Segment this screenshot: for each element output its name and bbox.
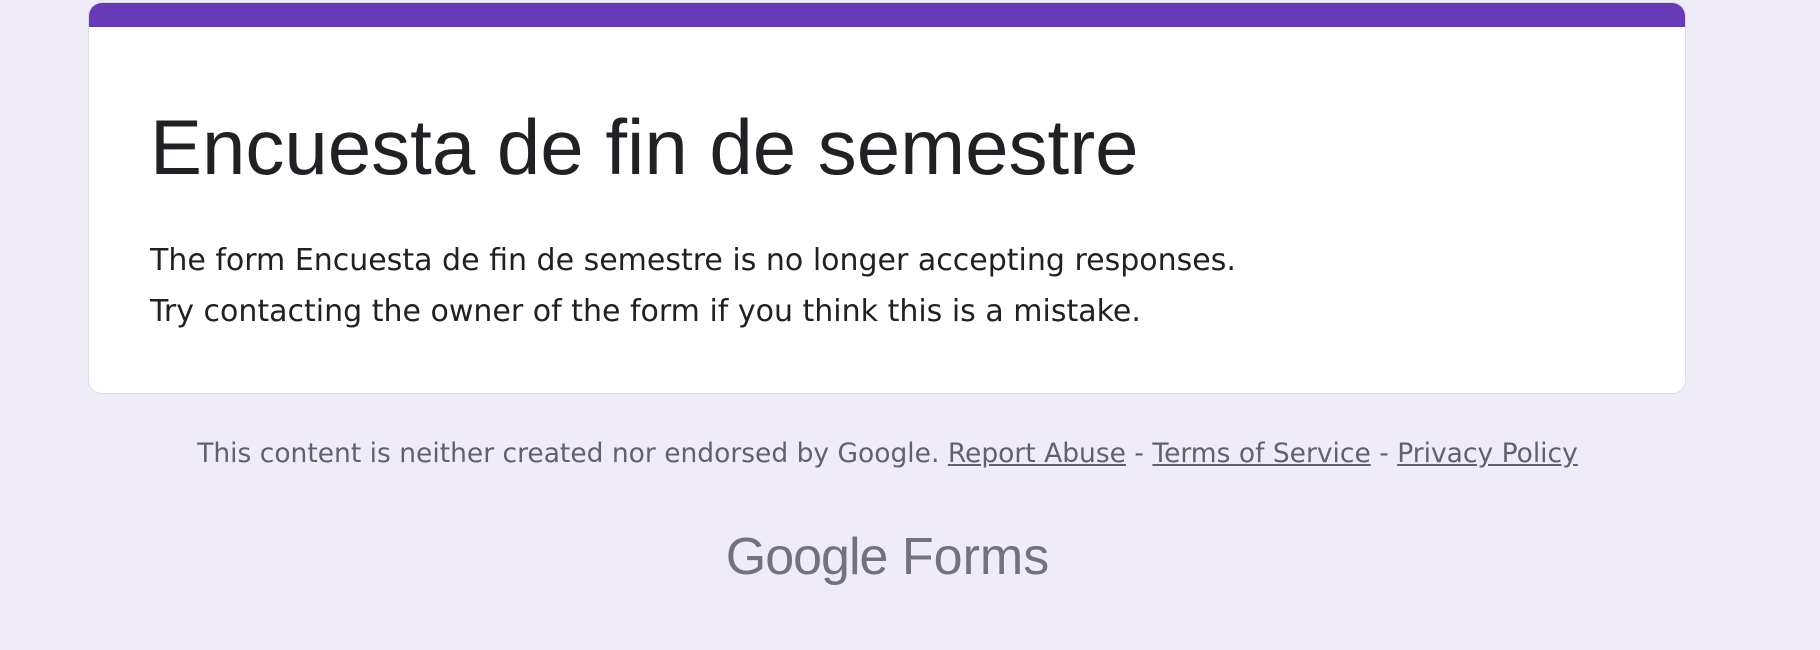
closed-message-line-1: The form Encuesta de fin de semestre is …	[150, 243, 1236, 278]
google-forms-logo[interactable]: Google Forms	[0, 524, 1775, 590]
footer-separator: -	[1379, 438, 1389, 469]
privacy-policy-link[interactable]: Privacy Policy	[1397, 438, 1578, 469]
report-abuse-link[interactable]: Report Abuse	[948, 438, 1126, 469]
closed-message: The form Encuesta de fin de semestre is …	[150, 235, 1236, 337]
footer-separator: -	[1134, 438, 1144, 469]
forms-wordmark: Forms	[901, 528, 1050, 586]
form-title: Encuesta de fin de semestre	[150, 103, 1139, 191]
terms-of-service-link[interactable]: Terms of Service	[1152, 438, 1370, 469]
footer-disclaimer: This content is neither created nor endo…	[0, 434, 1775, 474]
google-wordmark: Google	[725, 528, 889, 586]
closed-message-line-2: Try contacting the owner of the form if …	[150, 294, 1141, 329]
disclaimer-text: This content is neither created nor endo…	[197, 438, 940, 469]
form-accent-bar	[89, 3, 1685, 27]
form-card: Encuesta de fin de semestre The form Enc…	[88, 2, 1686, 394]
